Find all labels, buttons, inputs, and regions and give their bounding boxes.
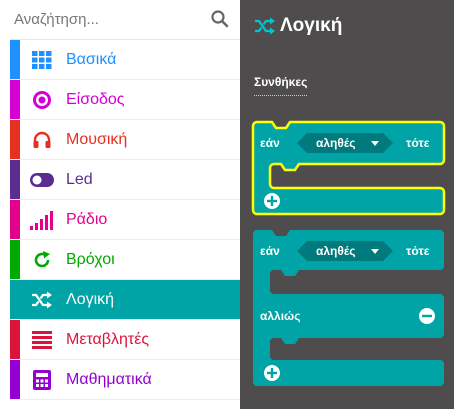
if-label: εάν bbox=[260, 136, 280, 150]
category-label: Ράδιο bbox=[66, 211, 108, 228]
shuffle-icon bbox=[30, 290, 54, 310]
category-color-stripe bbox=[10, 360, 20, 399]
refresh-icon bbox=[30, 250, 54, 270]
category-music[interactable]: Μουσική bbox=[10, 120, 240, 160]
search-icon[interactable] bbox=[210, 9, 230, 29]
toolbox: Βασικά Είσοδος Μουσική bbox=[0, 0, 240, 409]
category-color-stripe bbox=[10, 40, 20, 79]
category-label: Βρόχοι bbox=[66, 251, 115, 268]
category-basic[interactable]: Βασικά bbox=[10, 40, 240, 80]
category-color-stripe bbox=[10, 200, 20, 239]
headphones-icon bbox=[30, 130, 54, 150]
condition-value: αληθές bbox=[316, 244, 356, 258]
category-color-stripe bbox=[10, 120, 20, 159]
then-label: τότε bbox=[406, 244, 430, 258]
remove-minus-icon[interactable] bbox=[419, 308, 435, 324]
section-label-conditions: Συνθήκες bbox=[254, 75, 308, 96]
category-color-stripe bbox=[10, 80, 20, 119]
flyout-title-text: Λογική bbox=[280, 15, 343, 36]
search-box bbox=[10, 0, 240, 40]
category-label: Led bbox=[66, 171, 93, 188]
category-loops[interactable]: Βρόχοι bbox=[10, 240, 240, 280]
blocks-canvas: εάν αληθές τότε εάν αληθές τότε αλλιώς bbox=[251, 120, 446, 386]
condition-dropdown[interactable]: αληθές bbox=[297, 241, 393, 261]
category-label: Λογική bbox=[66, 291, 115, 308]
search-input[interactable] bbox=[10, 6, 214, 32]
add-plus-icon[interactable] bbox=[264, 193, 280, 209]
category-color-stripe bbox=[10, 240, 20, 279]
category-label: Μεταβλητές bbox=[66, 331, 150, 348]
category-math[interactable]: Μαθηματικά bbox=[10, 360, 240, 400]
condition-value: αληθές bbox=[316, 136, 356, 150]
calculator-icon bbox=[30, 370, 54, 390]
if-then-block[interactable]: εάν αληθές τότε bbox=[251, 120, 446, 216]
category-color-stripe bbox=[10, 320, 20, 359]
category-logic[interactable]: Λογική bbox=[10, 280, 240, 320]
list-icon bbox=[30, 330, 54, 350]
category-input[interactable]: Είσοδος bbox=[10, 80, 240, 120]
category-led[interactable]: Led bbox=[10, 160, 240, 200]
flyout-title: Λογική bbox=[254, 13, 342, 39]
shuffle-icon bbox=[255, 17, 275, 35]
signal-bars-icon bbox=[30, 210, 54, 230]
if-label: εάν bbox=[260, 244, 280, 258]
category-label: Είσοδος bbox=[66, 91, 125, 108]
condition-dropdown[interactable]: αληθές bbox=[297, 133, 393, 153]
category-color-stripe bbox=[10, 160, 20, 199]
blocks-flyout: Λογική Συνθήκες εάν αληθές τότε εάν αληθ… bbox=[240, 0, 454, 409]
grid-icon bbox=[30, 50, 54, 70]
toggle-icon bbox=[30, 170, 54, 190]
category-radio[interactable]: Ράδιο bbox=[10, 200, 240, 240]
category-color-stripe bbox=[10, 280, 20, 319]
category-label: Μαθηματικά bbox=[66, 371, 152, 388]
category-label: Βασικά bbox=[66, 51, 117, 68]
else-label: αλλιώς bbox=[260, 309, 300, 323]
category-variables[interactable]: Μεταβλητές bbox=[10, 320, 240, 360]
add-plus-icon[interactable] bbox=[264, 365, 280, 381]
input-circle-icon bbox=[30, 90, 54, 110]
category-label: Μουσική bbox=[66, 131, 128, 148]
if-then-else-block[interactable]: εάν αληθές τότε αλλιώς bbox=[253, 230, 444, 386]
then-label: τότε bbox=[406, 136, 430, 150]
